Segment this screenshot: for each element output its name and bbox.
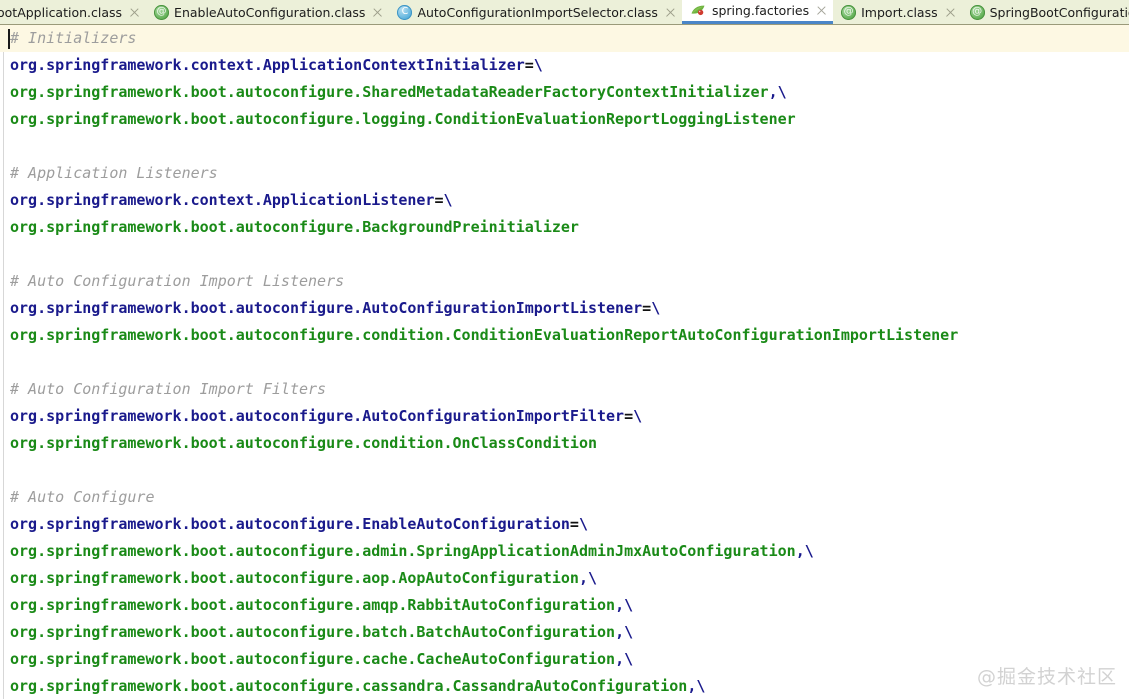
property-value: org.springframework.boot.autoconfigure.a…: [10, 569, 579, 587]
code-line[interactable]: org.springframework.boot.autoconfigure.c…: [0, 673, 1129, 699]
line-continuation: ,\: [768, 83, 787, 101]
property-separator: =: [642, 299, 652, 317]
code-line[interactable]: org.springframework.boot.autoconfigure.a…: [0, 565, 1129, 592]
editor-tab-label: spring.factories: [711, 3, 810, 18]
code-line[interactable]: org.springframework.boot.autoconfigure.B…: [0, 214, 1129, 241]
property-value: org.springframework.boot.autoconfigure.b…: [10, 623, 616, 641]
code-line[interactable]: org.springframework.boot.autoconfigure.c…: [0, 322, 1129, 349]
code-line[interactable]: org.springframework.boot.autoconfigure.a…: [0, 592, 1129, 619]
code-line[interactable]: [0, 457, 1129, 484]
property-key: org.springframework.context.ApplicationC…: [10, 56, 525, 74]
annotation-class-icon: [969, 4, 985, 20]
property-key: org.springframework.boot.autoconfigure.A…: [10, 407, 625, 425]
property-value: org.springframework.boot.autoconfigure.c…: [10, 650, 616, 668]
annotation-class-icon: [841, 4, 857, 20]
editor-tab-import-class[interactable]: Import.class: [833, 0, 962, 24]
close-icon[interactable]: [665, 7, 676, 18]
editor-tab-autoconfigurationimportselector-class[interactable]: AutoConfigurationImportSelector.class: [389, 0, 682, 24]
editor-tab-bar: ootApplication.class EnableAutoConfigurat…: [0, 0, 1129, 25]
code-line[interactable]: org.springframework.boot.autoconfigure.E…: [0, 511, 1129, 538]
property-value: org.springframework.boot.autoconfigure.c…: [10, 677, 688, 695]
line-continuation: ,\: [578, 569, 598, 587]
code-line[interactable]: org.springframework.boot.autoconfigure.S…: [0, 79, 1129, 106]
code-line[interactable]: org.springframework.boot.autoconfigure.c…: [0, 646, 1129, 673]
line-continuation: \: [533, 56, 543, 74]
line-continuation: ,\: [687, 677, 706, 695]
property-value: org.springframework.boot.autoconfigure.l…: [10, 110, 796, 128]
code-line[interactable]: [0, 349, 1129, 376]
editor-tab-enableautoconfiguration-class[interactable]: EnableAutoConfiguration.class: [146, 0, 390, 24]
close-icon[interactable]: [945, 7, 956, 18]
line-continuation: \: [651, 299, 661, 317]
line-continuation: ,\: [615, 650, 634, 668]
property-key: org.springframework.boot.autoconfigure.E…: [10, 515, 570, 533]
java-class-icon: [397, 4, 413, 20]
code-line[interactable]: org.springframework.boot.autoconfigure.a…: [0, 538, 1129, 565]
line-continuation: \: [633, 407, 643, 425]
property-value: org.springframework.boot.autoconfigure.c…: [10, 326, 959, 344]
code-line[interactable]: # Auto Configuration Import Filters: [0, 376, 1129, 403]
line-continuation: \: [443, 191, 453, 209]
code-line[interactable]: org.springframework.boot.autoconfigure.A…: [0, 403, 1129, 430]
editor-tab-spring-factories[interactable]: spring.factories: [681, 0, 834, 24]
editor-tab-label: EnableAutoConfiguration.class: [174, 4, 366, 20]
code-comment: # Auto Configuration Import Listeners: [10, 272, 345, 290]
code-line[interactable]: org.springframework.context.ApplicationC…: [0, 52, 1129, 79]
close-icon[interactable]: [372, 7, 383, 18]
editor-tab-label: AutoConfigurationImportSelector.class: [417, 4, 658, 20]
property-separator: =: [524, 56, 534, 74]
code-line[interactable]: org.springframework.boot.autoconfigure.b…: [0, 619, 1129, 646]
property-value: org.springframework.boot.autoconfigure.a…: [10, 542, 796, 560]
code-line[interactable]: org.springframework.boot.autoconfigure.A…: [0, 295, 1129, 322]
spring-leaf-icon: [690, 3, 707, 18]
line-continuation: ,\: [615, 596, 634, 614]
property-value: org.springframework.boot.autoconfigure.S…: [10, 83, 769, 101]
code-line[interactable]: [0, 133, 1129, 160]
text-caret: [8, 29, 10, 49]
editor-tab-ootapplication-class[interactable]: ootApplication.class: [0, 0, 147, 24]
line-continuation: \: [578, 515, 588, 533]
close-icon[interactable]: [816, 5, 827, 16]
code-line[interactable]: # Application Listeners: [0, 160, 1129, 187]
line-continuation: ,\: [615, 623, 634, 641]
property-value: org.springframework.boot.autoconfigure.a…: [10, 596, 616, 614]
property-key: org.springframework.boot.autoconfigure.A…: [10, 299, 643, 317]
line-continuation: ,\: [795, 542, 814, 560]
annotation-class-icon: [154, 4, 170, 20]
code-line[interactable]: # Auto Configure: [0, 484, 1129, 511]
code-line[interactable]: org.springframework.boot.autoconfigure.c…: [0, 430, 1129, 457]
editor-tab-label: ootApplication.class: [0, 4, 123, 20]
code-line[interactable]: # Auto Configuration Import Listeners: [0, 268, 1129, 295]
property-value: org.springframework.boot.autoconfigure.c…: [10, 434, 597, 452]
editor-tab-label: SpringBootConfiguration.class: [989, 4, 1129, 20]
editor-tab-springbootconfiguration-class[interactable]: SpringBootConfiguration.class: [961, 0, 1129, 24]
code-line[interactable]: org.springframework.boot.autoconfigure.l…: [0, 106, 1129, 133]
code-comment: # Application Listeners: [10, 164, 218, 182]
property-key: org.springframework.context.ApplicationL…: [10, 191, 435, 209]
code-editor[interactable]: # Initializers org.springframework.contex…: [0, 25, 1129, 699]
code-comment: # Auto Configure: [10, 488, 155, 506]
code-line[interactable]: org.springframework.context.ApplicationL…: [0, 187, 1129, 214]
editor-tab-label: Import.class: [861, 4, 938, 20]
property-separator: =: [569, 515, 579, 533]
property-separator: =: [624, 407, 634, 425]
code-comment: # Initializers: [10, 29, 137, 47]
code-line[interactable]: # Initializers: [0, 25, 1129, 52]
code-comment: # Auto Configuration Import Filters: [10, 380, 327, 398]
close-icon[interactable]: [129, 7, 140, 18]
property-value: org.springframework.boot.autoconfigure.B…: [10, 218, 579, 236]
code-line[interactable]: [0, 241, 1129, 268]
code-content[interactable]: # Initializers org.springframework.contex…: [0, 25, 1129, 699]
